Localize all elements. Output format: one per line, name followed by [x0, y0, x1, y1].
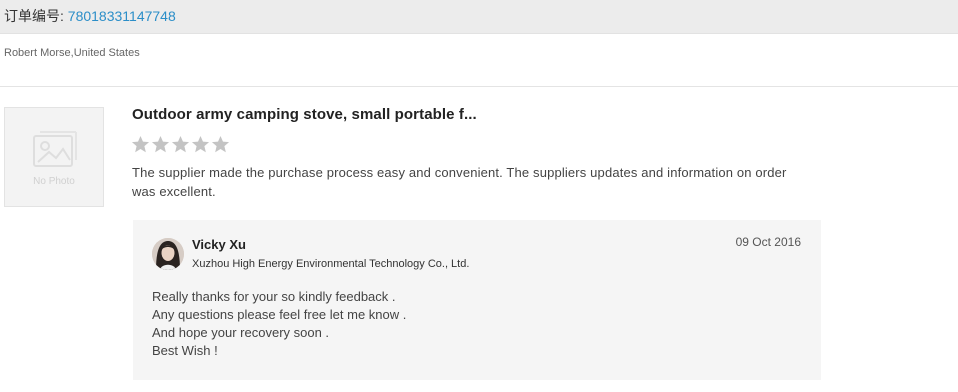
buyer-info: Robert Morse,United States — [0, 34, 958, 87]
replier-name: Vicky Xu — [192, 237, 246, 252]
reply-line: Really thanks for your so kindly feedbac… — [152, 289, 396, 304]
no-photo-text: No Photo — [33, 176, 75, 187]
avatar — [152, 238, 184, 270]
reply-line: Any questions please feel free let me kn… — [152, 307, 407, 322]
star-icon — [151, 135, 170, 153]
buyer-name-country: Robert Morse,United States — [4, 47, 140, 59]
image-placeholder-icon — [33, 131, 77, 167]
star-icon — [131, 135, 150, 153]
rating-stars — [131, 135, 230, 154]
order-number-link[interactable]: 78018331147748 — [68, 8, 176, 24]
star-icon — [171, 135, 190, 153]
replier-company: Xuzhou High Energy Environmental Technol… — [192, 258, 470, 270]
order-label: 订单编号: — [4, 8, 64, 24]
star-icon — [211, 135, 230, 153]
reply-line: Best Wish ! — [152, 343, 218, 358]
reply-line: And hope your recovery soon . — [152, 325, 330, 340]
order-header: 订单编号: 78018331147748 — [0, 0, 958, 34]
review-text: The supplier made the purchase process e… — [132, 165, 787, 199]
reply-date: 09 Oct 2016 — [735, 235, 801, 249]
star-icon — [191, 135, 210, 153]
product-title-link[interactable]: Outdoor army camping stove, small portab… — [132, 106, 477, 123]
product-thumbnail[interactable]: No Photo — [4, 107, 104, 207]
supplier-reply: Vicky Xu 09 Oct 2016 Xuzhou High Energy … — [133, 220, 821, 380]
reply-message: Really thanks for your so kindly feedbac… — [152, 288, 406, 360]
